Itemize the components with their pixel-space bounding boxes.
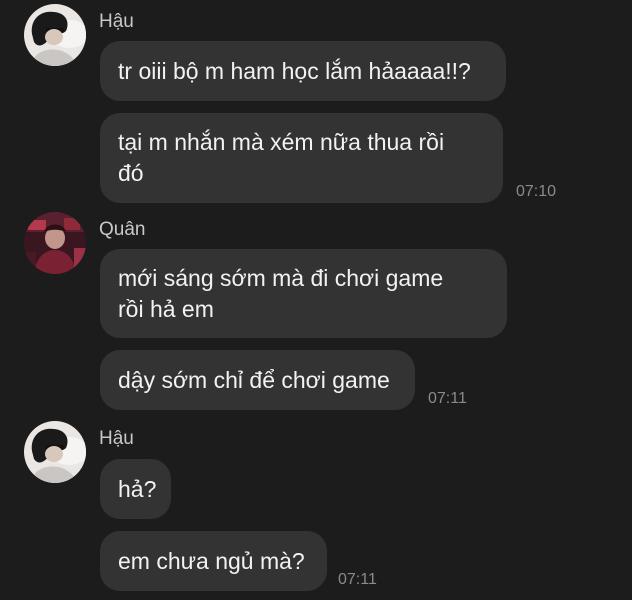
avatar-hau-icon [24,421,86,483]
message-bubble[interactable]: tại m nhắn mà xém nữa thua rồi đó [100,113,503,203]
message-text: tại m nhắn mà xém nữa thua rồi đó [118,129,445,186]
message-bubble[interactable]: mới sáng sớm mà đi chơi game rồi hả em [100,249,507,338]
sender-name: Hậu [99,11,134,32]
avatar-quan-icon [24,212,86,274]
message-bubble[interactable]: em chưa ngủ mà? [100,531,327,591]
message-text: dậy sớm chỉ để chơi game [118,366,390,393]
message-timestamp: 07:11 [338,571,377,588]
message-bubble[interactable]: tr oiii bộ m ham học lắm hảaaaa!!? [100,41,506,101]
message-timestamp: 07:11 [428,390,467,407]
message-bubble[interactable]: dậy sớm chỉ để chơi game [100,350,415,410]
avatar-hau-icon [24,4,86,66]
message-text: em chưa ngủ mà? [118,547,305,574]
message-text: hả? [118,475,157,502]
sender-name: Hậu [99,428,134,449]
message-text: mới sáng sớm mà đi chơi game rồi hả em [118,264,444,322]
message-text: tr oiii bộ m ham học lắm hảaaaa!!? [118,57,471,84]
message-bubble[interactable]: hả? [100,459,171,519]
message-timestamp: 07:10 [516,183,557,200]
avatar-quan[interactable] [24,212,86,274]
avatar-hau[interactable] [24,4,86,66]
avatar-hau[interactable] [24,421,86,483]
sender-name: Quân [99,219,146,240]
